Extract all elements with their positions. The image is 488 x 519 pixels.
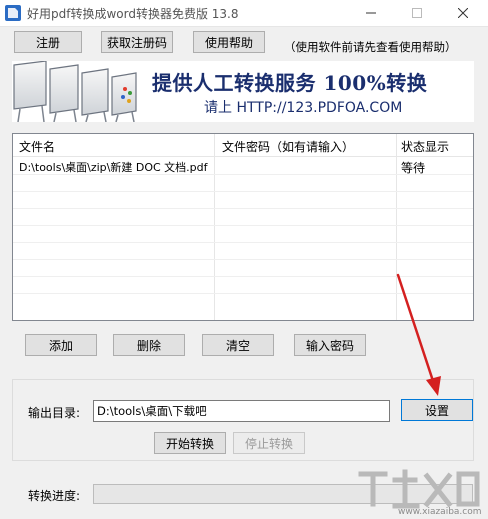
minimize-button[interactable] xyxy=(348,0,394,26)
banner-headline: 提供人工转换服务 100%转换 xyxy=(152,71,428,95)
enter-password-button[interactable]: 输入密码 xyxy=(294,334,366,356)
help-button[interactable]: 使用帮助 xyxy=(193,31,265,53)
clear-button[interactable]: 清空 xyxy=(202,334,274,356)
row-divider xyxy=(13,293,473,294)
delete-button[interactable]: 删除 xyxy=(113,334,185,356)
row-divider xyxy=(13,174,473,175)
get-code-button[interactable]: 获取注册码 xyxy=(101,31,173,53)
ad-banner[interactable]: 提供人工转换服务 100%转换 请上 HTTP://123.PDFOA.COM xyxy=(12,61,474,122)
banner-url[interactable]: 请上 HTTP://123.PDFOA.COM xyxy=(204,97,402,117)
maximize-icon xyxy=(412,8,422,18)
close-button[interactable] xyxy=(440,0,486,26)
column-header-status[interactable]: 状态显示 xyxy=(401,138,449,155)
window-title: 好用pdf转换成word转换器免费版 13.8 xyxy=(27,7,239,21)
row-divider xyxy=(13,208,473,209)
start-convert-button[interactable]: 开始转换 xyxy=(154,432,226,454)
row-divider xyxy=(13,191,473,192)
row-divider xyxy=(13,259,473,260)
stop-convert-button[interactable]: 停止转换 xyxy=(233,432,305,454)
register-button[interactable]: 注册 xyxy=(14,31,82,53)
watermark-url: www.xiazaiba.com xyxy=(398,507,482,517)
minimize-icon xyxy=(366,12,376,14)
title-bar[interactable]: 好用pdf转换成word转换器免费版 13.8 xyxy=(0,0,488,27)
column-header-filename[interactable]: 文件名 xyxy=(19,138,55,155)
row-filename: D:\tools\桌面\zip\新建 DOC 文档.pdf xyxy=(19,161,208,174)
whiteboards-illustration xyxy=(12,61,152,122)
row-divider xyxy=(13,276,473,277)
progress-label: 转换进度: xyxy=(28,489,81,503)
watermark-logo-icon xyxy=(358,469,480,509)
row-divider xyxy=(13,225,473,226)
output-dir-label: 输出目录: xyxy=(28,406,81,420)
settings-button[interactable]: 设置 xyxy=(401,399,473,421)
output-dir-input[interactable]: D:\tools\桌面\下载吧 xyxy=(93,400,390,422)
add-button[interactable]: 添加 xyxy=(25,334,97,356)
usage-note: （使用软件前请先查看使用帮助） xyxy=(284,40,457,54)
close-icon xyxy=(458,8,468,18)
column-header-password[interactable]: 文件密码（如有请输入） xyxy=(222,138,354,155)
file-list[interactable]: 文件名 文件密码（如有请输入） 状态显示 D:\tools\桌面\zip\新建 … xyxy=(12,133,474,321)
app-icon xyxy=(5,5,21,21)
row-divider xyxy=(13,242,473,243)
header-divider xyxy=(13,156,473,157)
maximize-button[interactable] xyxy=(394,0,440,26)
